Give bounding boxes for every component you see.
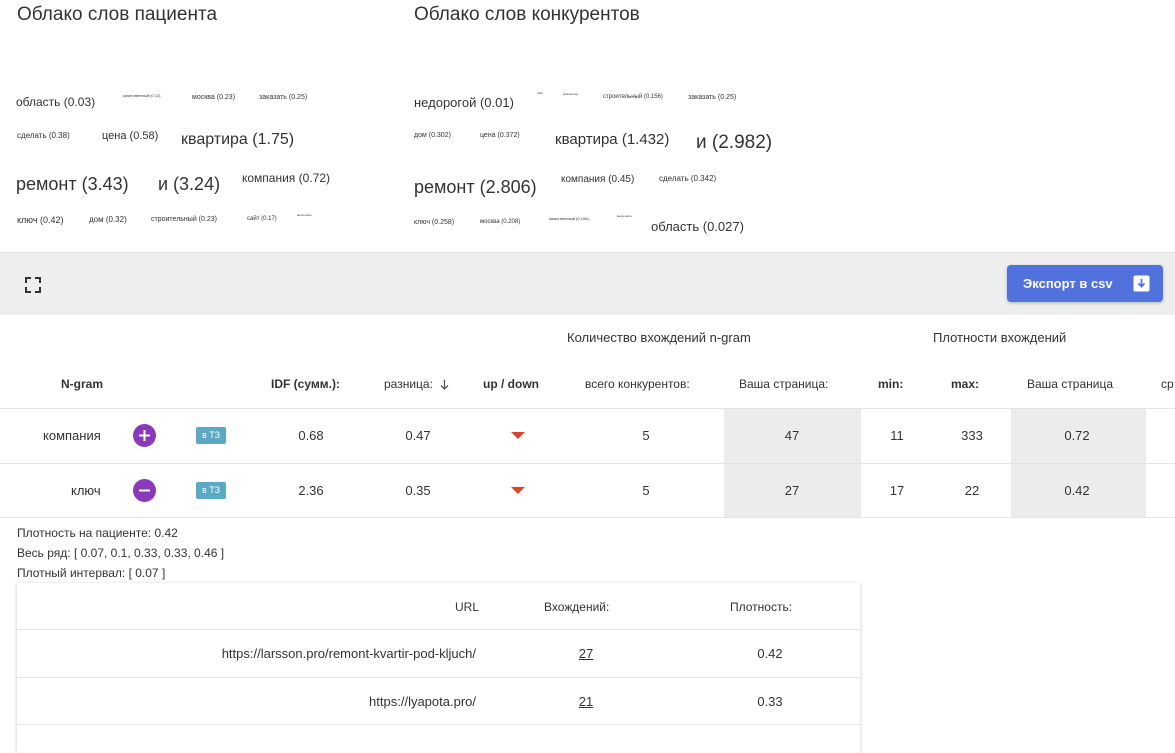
cloud-word: выполнить bbox=[617, 214, 632, 218]
in-tz-badge[interactable]: в ТЗ bbox=[196, 482, 227, 499]
density-cell: 0.42 bbox=[1064, 483, 1090, 498]
max-cell: 22 bbox=[964, 483, 980, 498]
idf-cell: 0.68 bbox=[298, 428, 324, 443]
competitors-cloud-title: Облако слов конкурентов bbox=[414, 4, 640, 25]
column-header-min[interactable]: min: bbox=[878, 377, 903, 391]
add-ngram-button[interactable] bbox=[133, 424, 156, 447]
column-header-diff[interactable]: разница: bbox=[384, 377, 433, 391]
idf-cell: 2.36 bbox=[298, 483, 324, 498]
cloud-word: москва (0.23) bbox=[192, 94, 236, 101]
cloud-word: и (2.982) bbox=[696, 132, 773, 153]
column-header-your-page[interactable]: Ваша страница: bbox=[739, 377, 828, 391]
cloud-word: строительный (0.156) bbox=[603, 94, 663, 100]
density-cell: 0.72 bbox=[1064, 428, 1090, 443]
density-cell: 0.42 bbox=[757, 646, 783, 661]
urls-table: URL Вхождений: Плотность: https://larsso… bbox=[17, 583, 860, 753]
cloud-word: область (0.027) bbox=[651, 219, 744, 234]
sub-header-url: URL bbox=[455, 600, 480, 614]
sub-header-occurrences: Вхождений: bbox=[544, 600, 610, 614]
your-page-cell: 27 bbox=[784, 483, 800, 498]
occurrences-link[interactable]: 27 bbox=[579, 646, 593, 661]
cloud-word: компания (0.45) bbox=[561, 174, 635, 185]
down-triangle-icon bbox=[511, 432, 525, 439]
cloud-word: ключ (0.42) bbox=[17, 215, 64, 225]
url-cell: https://larsson.pro/remont-kvartir-pod-k… bbox=[221, 646, 476, 661]
download-box-icon bbox=[1133, 275, 1150, 292]
fullscreen-icon[interactable] bbox=[25, 277, 41, 293]
cloud-word: цена (0.58) bbox=[102, 130, 159, 142]
sub-header-density: Плотность: bbox=[730, 600, 793, 614]
column-header-updown[interactable]: up / down bbox=[483, 377, 539, 391]
export-csv-button[interactable]: Экспорт в csv bbox=[1007, 265, 1163, 302]
table-toolbar bbox=[0, 252, 1175, 315]
total-competitors-cell: 5 bbox=[642, 428, 650, 443]
min-cell: 17 bbox=[889, 483, 905, 498]
column-header-ngram[interactable]: N-gram bbox=[61, 377, 103, 391]
dense-interval-text: Плотный интервал: [ 0.07 ] bbox=[17, 566, 166, 580]
cloud-word: ремонт (2.806) bbox=[414, 177, 537, 197]
down-triangle-icon bbox=[511, 487, 525, 494]
cloud-word: компьютер bbox=[563, 92, 579, 96]
export-csv-label: Экспорт в csv bbox=[1023, 276, 1113, 291]
cloud-word: сделать (0.342) bbox=[659, 174, 717, 183]
row-divider bbox=[0, 463, 1175, 464]
cloud-word: выполнить bbox=[297, 213, 312, 217]
cloud-word: заказать (0.25) bbox=[259, 94, 308, 101]
cloud-word: качественный (0.12) bbox=[123, 93, 161, 98]
cloud-word: область (0.03) bbox=[16, 95, 96, 109]
density-group-header: Плотности вхождений bbox=[933, 330, 1067, 345]
cloud-word: квартира (1.432) bbox=[555, 131, 670, 148]
cloud-word: строительный (0.23) bbox=[151, 216, 217, 223]
url-cell: https://lyapota.pro/ bbox=[369, 694, 476, 709]
ngram-count-group-header: Количество вхождений n-gram bbox=[567, 330, 751, 345]
column-header-idf[interactable]: IDF (сумм.): bbox=[271, 377, 340, 391]
cloud-word: и (3.24) bbox=[158, 174, 221, 194]
cloud-word: цена (0.372) bbox=[480, 132, 520, 139]
diff-cell: 0.35 bbox=[405, 483, 431, 498]
cloud-word: ключ (0.258) bbox=[414, 219, 455, 226]
in-tz-badge[interactable]: в ТЗ bbox=[196, 427, 227, 444]
cloud-word: компания (0.72) bbox=[242, 171, 330, 185]
row-divider bbox=[0, 408, 1175, 409]
plus-icon bbox=[139, 430, 150, 441]
remove-ngram-button[interactable] bbox=[133, 479, 156, 502]
cloud-word: москва (0.208) bbox=[480, 219, 521, 225]
cloud-word: ремонт (3.43) bbox=[16, 174, 129, 194]
patient-density-text: Плотность на пациенте: 0.42 bbox=[17, 526, 178, 540]
cloud-word: недорогой (0.01) bbox=[414, 95, 514, 110]
cloud-word: дом (0.302) bbox=[414, 132, 451, 139]
total-competitors-cell: 5 bbox=[642, 483, 650, 498]
full-series-text: Весь ряд: [ 0.07, 0.1, 0.33, 0.33, 0.46 … bbox=[17, 546, 225, 560]
cloud-word: качественный (0.106) bbox=[549, 216, 589, 221]
column-header-max[interactable]: max: bbox=[951, 377, 979, 391]
occurrences-link[interactable]: 21 bbox=[579, 694, 593, 709]
column-header-density-your-page[interactable]: Ваша страница bbox=[1027, 377, 1113, 391]
cloud-word: дом (0.32) bbox=[89, 215, 127, 224]
min-cell: 11 bbox=[890, 428, 904, 443]
cloud-word: заказать (0.25) bbox=[688, 94, 737, 101]
cloud-word: сайт (0.17) bbox=[247, 216, 277, 222]
arrow-down-icon[interactable] bbox=[439, 378, 450, 390]
patient-cloud-title: Облако слов пациента bbox=[17, 4, 218, 25]
ngram-cell: компания bbox=[43, 428, 101, 443]
diff-cell: 0.47 bbox=[405, 428, 431, 443]
cloud-word: сайт bbox=[537, 91, 544, 95]
density-cell: 0.33 bbox=[757, 694, 783, 709]
column-header-extra[interactable]: ср bbox=[1161, 377, 1174, 391]
column-header-total-competitors[interactable]: всего конкурентов: bbox=[585, 377, 690, 391]
your-page-cell: 47 bbox=[784, 428, 800, 443]
cloud-word: квартира (1.75) bbox=[181, 131, 295, 148]
row-divider bbox=[0, 517, 1175, 518]
ngram-cell: ключ bbox=[71, 483, 101, 498]
max-cell: 333 bbox=[961, 428, 983, 443]
cloud-word: сделать (0.38) bbox=[17, 131, 70, 140]
minus-icon bbox=[139, 489, 150, 492]
